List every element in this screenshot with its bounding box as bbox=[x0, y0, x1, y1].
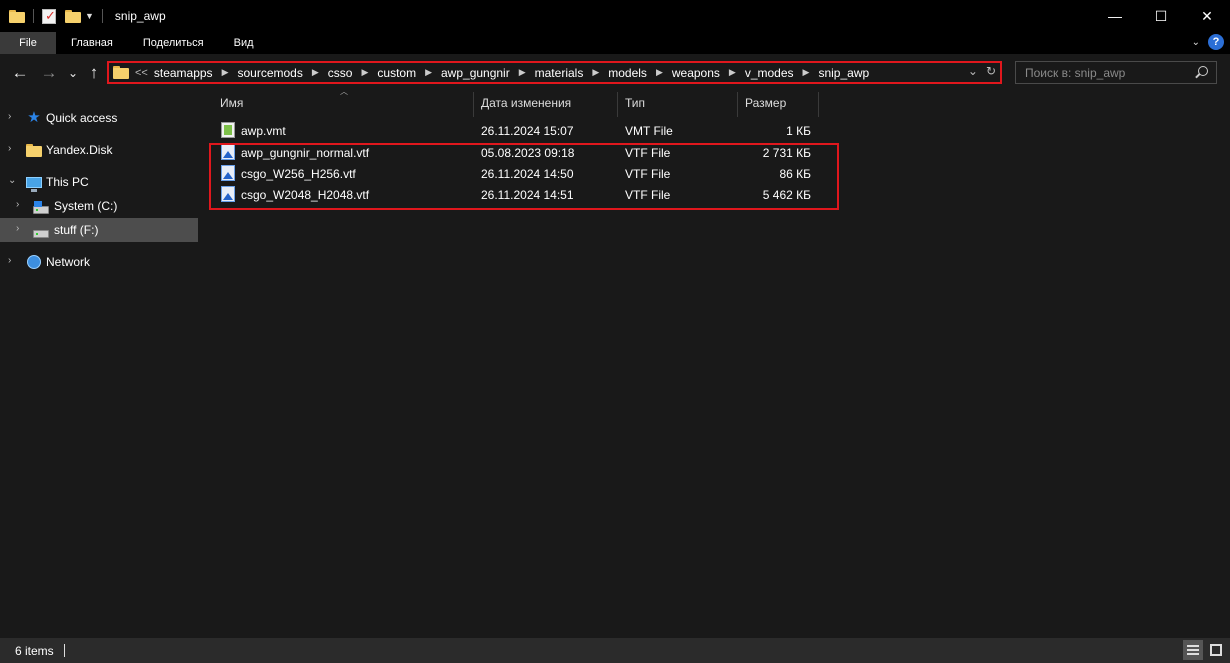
title-bar: ▼ snip_awp — ☐ ✕ bbox=[0, 0, 1230, 32]
breadcrumb-separator-icon[interactable]: ▶ bbox=[312, 67, 319, 78]
address-dropdown-icon[interactable]: ⌄ bbox=[968, 64, 978, 78]
expand-ribbon-icon[interactable]: ⌄ bbox=[1192, 37, 1200, 48]
sidebar-item-label: Yandex.Disk bbox=[46, 143, 113, 157]
expand-icon[interactable]: › bbox=[8, 111, 11, 122]
sidebar-item-label: This PC bbox=[46, 175, 89, 189]
divider bbox=[101, 9, 103, 23]
expand-icon[interactable]: › bbox=[16, 223, 19, 234]
tab-view[interactable]: Вид bbox=[219, 32, 269, 54]
sidebar-item-label: Quick access bbox=[46, 111, 118, 125]
file-type: VMT File bbox=[625, 124, 673, 138]
breadcrumb-separator-icon[interactable]: ▶ bbox=[729, 67, 736, 78]
refresh-icon[interactable]: ↻ bbox=[986, 64, 996, 78]
breadcrumb-separator-icon[interactable]: ▶ bbox=[656, 67, 663, 78]
folder-icon bbox=[26, 142, 42, 158]
sidebar-item-network[interactable]: › Network bbox=[0, 250, 198, 274]
expand-icon[interactable]: › bbox=[8, 255, 11, 266]
collapse-icon[interactable]: ⌄ bbox=[8, 175, 16, 186]
column-header-name[interactable]: Имя bbox=[220, 92, 243, 114]
column-header-date[interactable]: Дата изменения bbox=[481, 92, 571, 114]
computer-icon bbox=[26, 174, 42, 192]
file-row[interactable]: awp.vmt 26.11.2024 15:07 VMT File 1 КБ bbox=[212, 120, 832, 141]
item-count: 6 items bbox=[15, 643, 54, 658]
search-input[interactable]: Поиск в: snip_awp bbox=[1015, 61, 1217, 84]
breadcrumb-separator-icon[interactable]: ▶ bbox=[425, 67, 432, 78]
breadcrumb-separator-icon[interactable]: ▶ bbox=[361, 67, 368, 78]
search-placeholder: Поиск в: snip_awp bbox=[1025, 65, 1126, 80]
breadcrumb-materials[interactable]: materials bbox=[535, 66, 584, 80]
large-icons-view-icon bbox=[1210, 644, 1222, 656]
breadcrumb-csso[interactable]: csso bbox=[328, 66, 353, 80]
breadcrumb-snip-awp[interactable]: snip_awp bbox=[818, 66, 869, 80]
file-name: awp.vmt bbox=[241, 124, 286, 138]
details-view-button[interactable] bbox=[1183, 640, 1203, 660]
drive-icon bbox=[33, 201, 49, 218]
vmt-file-icon bbox=[221, 122, 235, 138]
breadcrumb-weapons[interactable]: weapons bbox=[672, 66, 720, 80]
highlight-box bbox=[209, 143, 839, 210]
column-header-size[interactable]: Размер bbox=[745, 92, 786, 114]
forward-button[interactable]: → bbox=[39, 54, 59, 92]
sidebar-item-system-c[interactable]: › System (C:) bbox=[0, 194, 198, 218]
help-icon[interactable]: ? bbox=[1208, 34, 1224, 50]
up-button[interactable]: ↑ bbox=[85, 54, 103, 92]
breadcrumb-separator-icon[interactable]: ▶ bbox=[803, 67, 810, 78]
tab-home[interactable]: Главная bbox=[56, 32, 128, 54]
sidebar-item-stuff-f[interactable]: › stuff (F:) bbox=[0, 218, 198, 242]
divider bbox=[33, 9, 34, 23]
sort-ascending-icon: ︿ bbox=[340, 87, 348, 96]
ribbon-tabs: File Главная Поделиться Вид ⌄ ? bbox=[0, 32, 1230, 54]
breadcrumb-separator-icon[interactable]: ▶ bbox=[592, 67, 599, 78]
search-icon bbox=[1198, 66, 1208, 76]
sidebar-item-label: System (C:) bbox=[54, 199, 118, 213]
address-overflow[interactable]: << bbox=[135, 67, 148, 79]
folder-icon bbox=[9, 9, 25, 23]
quick-access-toolbar: ▼ snip_awp bbox=[0, 0, 166, 32]
customize-quick-access-icon[interactable]: ▼ bbox=[85, 11, 94, 21]
column-header-type[interactable]: Тип bbox=[625, 92, 645, 114]
close-button[interactable]: ✕ bbox=[1184, 0, 1230, 32]
address-bar[interactable]: << steamapps ▶ sourcemods ▶ csso ▶ custo… bbox=[107, 61, 1002, 84]
minimize-button[interactable]: — bbox=[1092, 0, 1138, 32]
status-bar: 6 items bbox=[0, 638, 1230, 663]
file-date: 26.11.2024 15:07 bbox=[481, 124, 574, 138]
sidebar-item-this-pc[interactable]: ⌄ This PC bbox=[0, 170, 198, 194]
expand-icon[interactable]: › bbox=[8, 143, 11, 154]
drive-icon bbox=[33, 226, 49, 242]
breadcrumb-separator-icon[interactable]: ▶ bbox=[519, 67, 526, 78]
breadcrumb-v-modes[interactable]: v_modes bbox=[745, 66, 794, 80]
expand-icon[interactable]: › bbox=[16, 199, 19, 210]
divider bbox=[63, 644, 65, 657]
navigation-bar: ← → ⌄ ↑ << steamapps ▶ sourcemods ▶ csso… bbox=[0, 54, 1230, 92]
recent-locations-button[interactable]: ⌄ bbox=[66, 54, 80, 92]
folder-icon bbox=[113, 66, 129, 79]
new-folder-icon[interactable] bbox=[65, 9, 81, 23]
breadcrumb-custom[interactable]: custom bbox=[377, 66, 416, 80]
column-divider[interactable] bbox=[737, 92, 738, 117]
column-divider[interactable] bbox=[617, 92, 618, 117]
breadcrumb-steamapps[interactable]: steamapps bbox=[154, 66, 213, 80]
large-icons-view-button[interactable] bbox=[1206, 640, 1226, 660]
sidebar-item-quick-access[interactable]: › ★ Quick access bbox=[0, 106, 198, 130]
network-icon bbox=[26, 254, 42, 270]
tab-share[interactable]: Поделиться bbox=[128, 32, 219, 54]
file-size: 1 КБ bbox=[786, 124, 811, 138]
star-icon: ★ bbox=[27, 109, 41, 126]
sidebar-item-yandex-disk[interactable]: › Yandex.Disk bbox=[0, 138, 198, 162]
navigation-pane: › ★ Quick access › Yandex.Disk ⌄ This PC… bbox=[0, 92, 200, 638]
breadcrumb-awp-gungnir[interactable]: awp_gungnir bbox=[441, 66, 510, 80]
column-divider[interactable] bbox=[818, 92, 819, 117]
sidebar-item-label: stuff (F:) bbox=[54, 223, 99, 237]
column-divider[interactable] bbox=[473, 92, 474, 117]
breadcrumb-models[interactable]: models bbox=[608, 66, 647, 80]
back-button[interactable]: ← bbox=[10, 54, 30, 92]
tab-file[interactable]: File bbox=[0, 32, 56, 54]
breadcrumb-sourcemods[interactable]: sourcemods bbox=[237, 66, 302, 80]
breadcrumb-separator-icon[interactable]: ▶ bbox=[222, 67, 229, 78]
sidebar-item-label: Network bbox=[46, 255, 91, 269]
window-title: snip_awp bbox=[114, 9, 166, 23]
maximize-button[interactable]: ☐ bbox=[1138, 0, 1184, 32]
details-view-icon bbox=[1187, 645, 1199, 655]
properties-icon[interactable] bbox=[42, 8, 56, 24]
